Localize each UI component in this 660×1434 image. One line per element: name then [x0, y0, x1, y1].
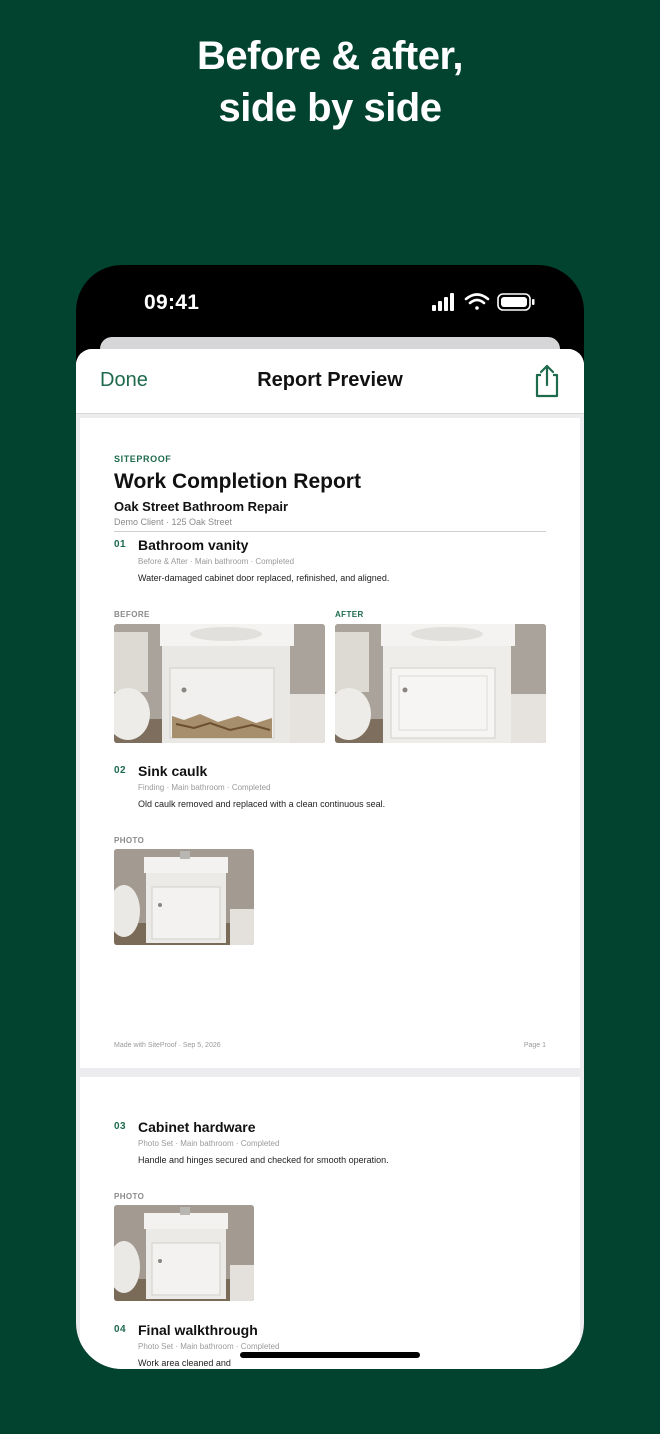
item-title: Bathroom vanity: [138, 537, 249, 553]
item-title: Cabinet hardware: [138, 1119, 256, 1135]
item-photo[interactable]: [114, 1205, 254, 1301]
photo-label: PHOTO: [114, 836, 145, 845]
after-photo[interactable]: [335, 624, 546, 743]
item-meta: Photo Set · Main bathroom · Completed: [138, 1342, 280, 1351]
item-meta: Photo Set · Main bathroom · Completed: [138, 1139, 280, 1148]
footer-page-number: Page 1: [523, 1042, 546, 1049]
before-label: BEFORE: [114, 610, 150, 619]
item-title: Final walkthrough: [138, 1322, 258, 1338]
item-description: Water-damaged cabinet door replaced, ref…: [138, 573, 390, 583]
item-number: 04: [114, 1324, 126, 1335]
status-bar: 09:41: [76, 265, 584, 335]
status-time: 09:41: [144, 291, 200, 314]
navigation-bar: Done Report Preview: [76, 349, 584, 414]
item-photo[interactable]: [114, 849, 254, 945]
item-number: 01: [114, 539, 126, 550]
wifi-icon: [464, 293, 490, 310]
header-divider: [114, 531, 546, 532]
report-title: Work Completion Report: [114, 470, 361, 493]
phone-frame: 09:41 Done Report Preview SITEPROOF Work…: [76, 265, 584, 1369]
marketing-headline: Before & after, side by side: [0, 30, 660, 134]
headline-line-2: side by side: [218, 86, 442, 130]
item-description: Old caulk removed and replaced with a cl…: [138, 799, 386, 809]
battery-icon: [497, 293, 535, 311]
item-meta: Before & After · Main bathroom · Complet…: [138, 557, 295, 566]
item-meta: Finding · Main bathroom · Completed: [138, 783, 271, 792]
report-preview-sheet: Done Report Preview SITEPROOF Work Compl…: [76, 349, 584, 1369]
footer-made-with: Made with SiteProof · Sep 5, 2026: [114, 1042, 221, 1049]
cellular-signal-icon: [432, 293, 454, 311]
headline-line-1: Before & after,: [197, 34, 463, 78]
item-title: Sink caulk: [138, 763, 208, 779]
project-name: Oak Street Bathroom Repair: [114, 499, 289, 514]
nav-title: Report Preview: [257, 369, 403, 391]
status-icons: [432, 293, 538, 311]
report-brand: SITEPROOF: [114, 454, 172, 464]
item-number: 03: [114, 1121, 126, 1132]
after-label: AFTER: [335, 610, 364, 619]
item-description: Handle and hinges secured and checked fo…: [138, 1155, 389, 1165]
share-icon: [535, 364, 559, 398]
photo-label: PHOTO: [114, 1192, 145, 1201]
before-photo[interactable]: [114, 624, 325, 743]
report-page-1[interactable]: SITEPROOF Work Completion Report Oak Str…: [80, 418, 580, 1068]
item-number: 02: [114, 765, 126, 776]
item-description: Work area cleaned and: [138, 1358, 231, 1368]
share-button[interactable]: [532, 363, 562, 399]
home-indicator[interactable]: [240, 1352, 420, 1358]
client-address: Demo Client · 125 Oak Street: [114, 517, 233, 527]
report-page-2[interactable]: 03 Cabinet hardware Photo Set · Main bat…: [80, 1077, 580, 1369]
